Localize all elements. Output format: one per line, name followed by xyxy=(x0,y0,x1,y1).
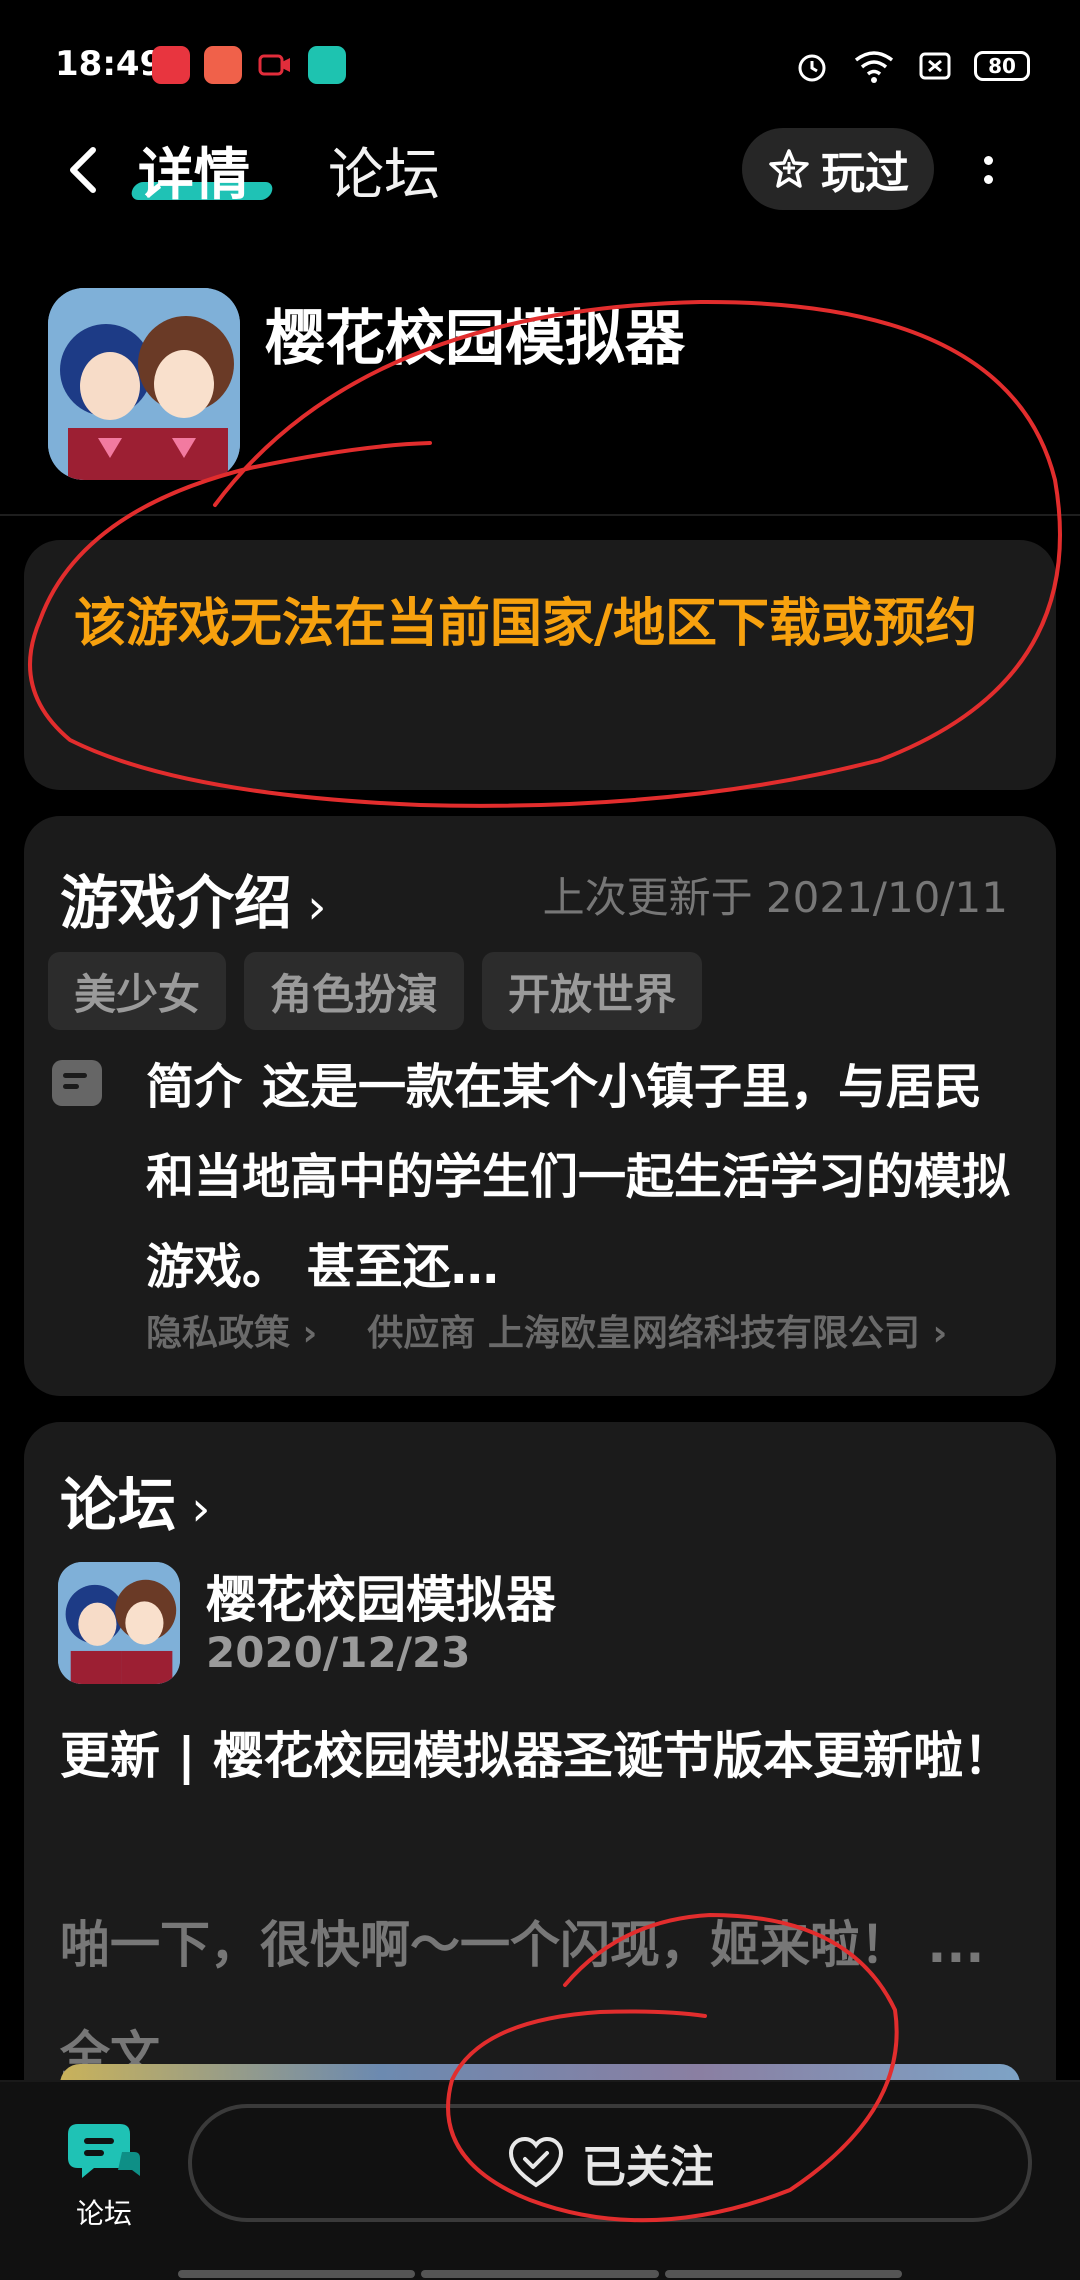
battery-indicator: 80 xyxy=(974,51,1030,81)
bottom-bar: 论坛 已关注 xyxy=(0,2080,1080,2280)
chevron-right-icon: › xyxy=(176,1481,211,1537)
played-button[interactable]: 玩过 xyxy=(742,128,934,210)
forum-title: 论坛 xyxy=(60,1471,177,1539)
top-nav: 详情 论坛 玩过 xyxy=(0,120,1080,220)
tag-item[interactable]: 角色扮演 xyxy=(244,952,465,1030)
post-date: 2020/12/23 xyxy=(206,1628,471,1677)
back-button[interactable] xyxy=(55,140,115,200)
tab-detail[interactable]: 详情 xyxy=(138,130,250,211)
tag-item[interactable]: 开放世界 xyxy=(482,952,703,1030)
post-author-avatar[interactable] xyxy=(58,1562,180,1684)
game-icon xyxy=(48,288,240,480)
chevron-right-icon: › xyxy=(292,879,327,935)
privacy-policy-link[interactable]: 隐私政策 › xyxy=(146,1313,317,1354)
forum-nav-label: 论坛 xyxy=(75,2197,132,2230)
tab-forum[interactable]: 论坛 xyxy=(328,130,440,211)
recorder-app-icon xyxy=(256,46,294,84)
more-menu-button[interactable] xyxy=(968,140,1008,200)
brief-label: 简介 xyxy=(146,1059,243,1115)
post-author-name[interactable]: 樱花校园模拟器 xyxy=(206,1560,556,1632)
forum-section-link[interactable]: 论坛 › xyxy=(60,1458,210,1542)
game-brief[interactable]: 简介 这是一款在某个小镇子里，与居民和当地高中的学生们一起生活学习的模拟游戏。 甚… xyxy=(146,1042,1026,1312)
star-icon xyxy=(769,149,809,188)
follow-button[interactable]: 已关注 xyxy=(188,2104,1032,2222)
brief-text: 这是一款在某个小镇子里，与居民和当地高中的学生们一起生活学习的模拟游戏。 甚至还… xyxy=(146,1059,1011,1295)
intro-title: 游戏介绍 xyxy=(60,869,293,937)
forum-chat-icon xyxy=(68,2124,140,2178)
played-label: 玩过 xyxy=(821,148,909,199)
camera-app-icon xyxy=(204,46,242,84)
policy-row: 隐私政策 › 供应商 上海欧皇网络科技有限公司 › xyxy=(146,1304,1046,1356)
chevron-left-icon xyxy=(70,147,96,193)
region-warning-text: 该游戏无法在当前国家/地区下载或预约 xyxy=(74,594,977,654)
intro-section-link[interactable]: 游戏介绍 › xyxy=(60,856,326,940)
more-dot-icon xyxy=(983,156,993,165)
status-indicators: 80 xyxy=(794,46,1030,86)
follow-label: 已关注 xyxy=(582,2142,714,2193)
last-update-date: 上次更新于 2021/10/11 xyxy=(542,873,1008,922)
chat-app-icon xyxy=(308,46,346,84)
status-bar: 18:49 80 xyxy=(0,0,1080,130)
forum-nav-button[interactable]: 论坛 xyxy=(64,2112,144,2232)
tag-item[interactable]: 美少女 xyxy=(48,952,227,1030)
game-intro-card: 游戏介绍 › 上次更新于 2021/10/11 美少女 角色扮演 开放世界 简介… xyxy=(24,816,1056,1396)
alarm-icon xyxy=(798,54,826,82)
region-warning-card: 该游戏无法在当前国家/地区下载或预约 xyxy=(24,540,1056,790)
supplier-link[interactable]: 供应商 上海欧皇网络科技有限公司 › xyxy=(367,1313,947,1354)
tag-list: 美少女 角色扮演 开放世界 xyxy=(48,952,703,1030)
post-title[interactable]: 更新 | 樱花校园模拟器圣诞节版本更新啦！ xyxy=(60,1712,1020,1800)
header-divider xyxy=(0,514,1080,516)
game-title: 樱花校园模拟器 xyxy=(265,304,685,374)
video-app-icon xyxy=(152,46,190,84)
gesture-bar xyxy=(178,2270,902,2278)
more-dot-icon xyxy=(983,175,993,184)
heart-check-icon xyxy=(508,2136,564,2188)
sim-icon xyxy=(919,52,951,80)
status-time: 18:49 xyxy=(55,44,164,84)
wifi-icon xyxy=(854,51,894,83)
brief-icon xyxy=(52,1060,102,1106)
